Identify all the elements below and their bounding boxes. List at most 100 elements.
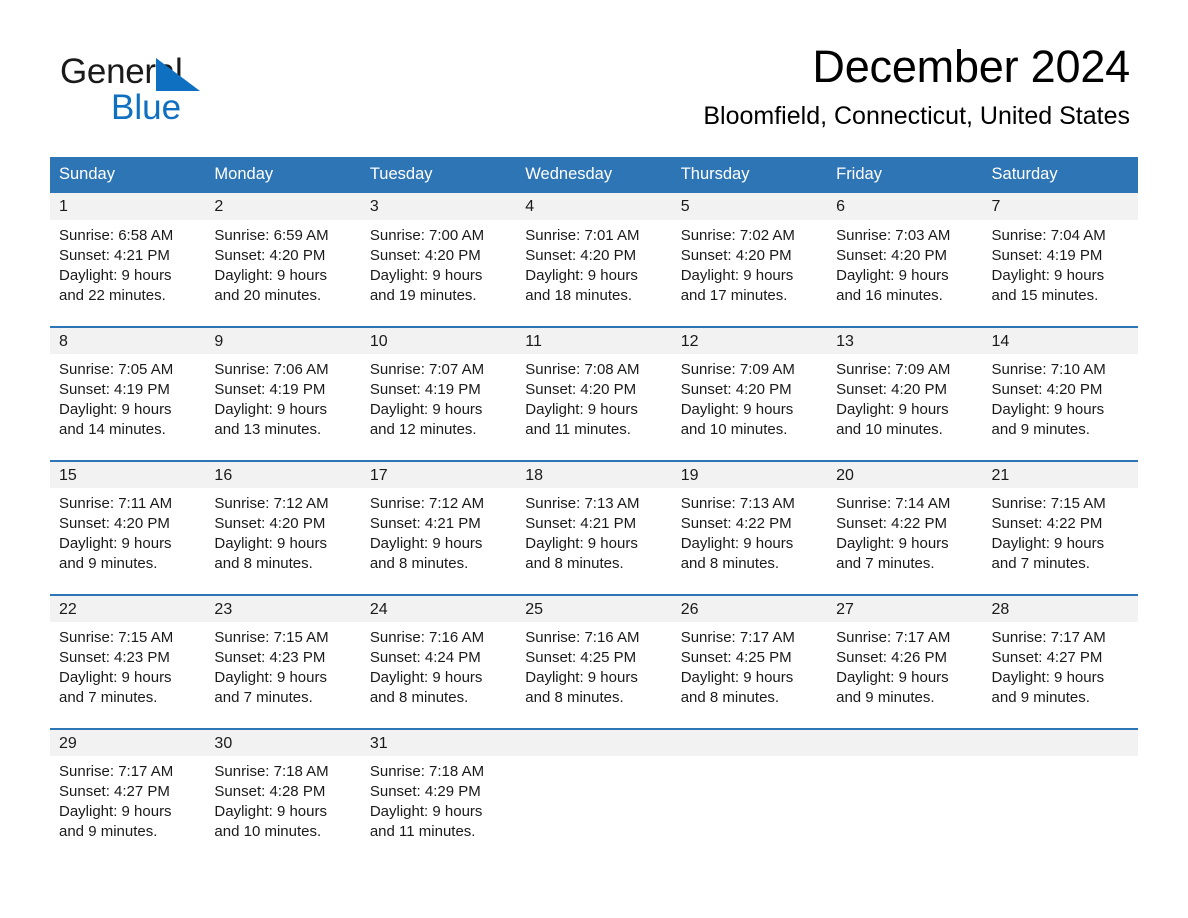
sunset-text: Sunset: 4:20 PM <box>525 381 637 398</box>
day-cell[interactable]: Sunrise: 7:16 AM Sunset: 4:25 PM Daylight:… <box>516 622 672 729</box>
week-date-row: 1234567 <box>50 193 1138 220</box>
day-number[interactable]: 29 <box>50 728 206 756</box>
day-number[interactable]: 12 <box>671 326 828 354</box>
daylight-text-line2: and 15 minutes. <box>991 287 1099 304</box>
day-cell[interactable]: Sunrise: 7:09 AM Sunset: 4:20 PM Daylight:… <box>827 354 983 461</box>
daylight-text-line2: and 19 minutes. <box>369 287 477 304</box>
day-number[interactable]: 31 <box>360 728 517 756</box>
day-number[interactable]: 19 <box>671 460 828 488</box>
day-cell[interactable]: Sunrise: 7:17 AM Sunset: 4:25 PM Daylight:… <box>671 622 828 729</box>
day-cell-empty <box>671 756 828 863</box>
day-cell[interactable]: Sunrise: 6:58 AM Sunset: 4:21 PM Daylight:… <box>50 220 206 327</box>
day-number[interactable]: 20 <box>827 460 983 488</box>
sunset-text: Sunset: 4:27 PM <box>991 649 1103 666</box>
day-number[interactable]: 22 <box>50 594 206 622</box>
week-date-row: 8 9 10 11 12 13 14 <box>50 326 1138 354</box>
week-date-row: 22 23 24 25 26 27 28 <box>50 594 1138 622</box>
sunrise-text: Sunrise: 7:04 AM <box>991 227 1106 244</box>
day-cell[interactable]: Sunrise: 7:03 AM Sunset: 4:20 PM Daylight:… <box>827 220 983 327</box>
day-number[interactable]: 25 <box>516 594 672 622</box>
day-cell[interactable]: Sunrise: 7:13 AM Sunset: 4:22 PM Daylight:… <box>671 488 828 595</box>
day-cell[interactable]: Sunrise: 7:14 AM Sunset: 4:22 PM Daylight:… <box>827 488 983 595</box>
day-cell[interactable]: Sunrise: 7:13 AM Sunset: 4:21 PM Daylight:… <box>516 488 672 595</box>
sunrise-text: Sunrise: 7:08 AM <box>525 361 640 378</box>
day-number[interactable]: 10 <box>360 326 517 354</box>
day-number[interactable]: 7 <box>982 193 1138 220</box>
day-cell[interactable]: Sunrise: 7:18 AM Sunset: 4:29 PM Daylight:… <box>360 756 517 863</box>
day-cell[interactable]: Sunrise: 7:17 AM Sunset: 4:26 PM Daylight:… <box>827 622 983 729</box>
daylight-text-line2: and 11 minutes. <box>525 421 631 438</box>
day-number[interactable]: 2 <box>205 193 361 220</box>
day-cell[interactable]: Sunrise: 7:04 AM Sunset: 4:19 PM Daylight:… <box>982 220 1138 327</box>
day-cell[interactable]: Sunrise: 6:59 AM Sunset: 4:20 PM Daylight:… <box>205 220 361 327</box>
day-number[interactable]: 23 <box>205 594 361 622</box>
day-cell[interactable]: Sunrise: 7:15 AM Sunset: 4:22 PM Daylight:… <box>982 488 1138 595</box>
day-number[interactable]: 27 <box>827 594 983 622</box>
day-cell[interactable]: Sunrise: 7:05 AM Sunset: 4:19 PM Daylight:… <box>50 354 206 461</box>
sunrise-text: Sunrise: 6:58 AM <box>59 227 174 244</box>
day-cell[interactable]: Sunrise: 7:17 AM Sunset: 4:27 PM Daylight:… <box>982 622 1138 729</box>
daylight-text-line1: Daylight: 9 hours <box>214 669 327 686</box>
day-number[interactable]: 26 <box>671 594 828 622</box>
sunrise-text: Sunrise: 7:10 AM <box>991 361 1106 378</box>
sunrise-text: Sunrise: 7:06 AM <box>214 361 329 378</box>
day-number-empty <box>827 728 983 756</box>
day-cell[interactable]: Sunrise: 7:17 AM Sunset: 4:27 PM Daylight:… <box>50 756 206 863</box>
day-number[interactable]: 5 <box>671 193 828 220</box>
daylight-text-line2: and 11 minutes. <box>369 823 476 840</box>
day-number[interactable]: 16 <box>205 460 361 488</box>
general-blue-logo[interactable]: General Blue <box>60 48 360 128</box>
day-cell[interactable]: Sunrise: 7:15 AM Sunset: 4:23 PM Daylight:… <box>50 622 206 729</box>
day-number[interactable]: 24 <box>360 594 517 622</box>
daylight-text-line2: and 8 minutes. <box>214 555 313 572</box>
week-info-row: Sunrise: 6:58 AM Sunset: 4:21 PM Daylight:… <box>50 220 1138 327</box>
day-number[interactable]: 4 <box>516 193 672 220</box>
sunrise-text: Sunrise: 7:15 AM <box>59 629 174 646</box>
day-number[interactable]: 8 <box>50 326 206 354</box>
day-cell[interactable]: Sunrise: 7:09 AM Sunset: 4:20 PM Daylight:… <box>671 354 828 461</box>
day-cell[interactable]: Sunrise: 7:16 AM Sunset: 4:24 PM Daylight:… <box>360 622 517 729</box>
day-number[interactable]: 1 <box>50 193 206 220</box>
day-cell[interactable]: Sunrise: 7:15 AM Sunset: 4:23 PM Daylight:… <box>205 622 361 729</box>
daylight-text-line1: Daylight: 9 hours <box>680 535 794 552</box>
daylight-text-line2: and 8 minutes. <box>369 555 469 572</box>
daylight-text-line1: Daylight: 9 hours <box>59 803 172 820</box>
day-number[interactable]: 28 <box>982 594 1138 622</box>
day-number[interactable]: 17 <box>360 460 517 488</box>
day-cell[interactable]: Sunrise: 7:01 AM Sunset: 4:20 PM Daylight:… <box>516 220 672 327</box>
sunrise-text: Sunrise: 7:14 AM <box>836 495 951 512</box>
day-number[interactable]: 6 <box>827 193 983 220</box>
day-number[interactable]: 11 <box>516 326 672 354</box>
sunrise-text: Sunrise: 6:59 AM <box>214 227 329 244</box>
day-cell[interactable]: Sunrise: 7:10 AM Sunset: 4:20 PM Daylight:… <box>982 354 1138 461</box>
day-cell[interactable]: Sunrise: 7:18 AM Sunset: 4:28 PM Daylight:… <box>205 756 361 863</box>
day-cell[interactable]: Sunrise: 7:08 AM Sunset: 4:20 PM Daylight:… <box>516 354 672 461</box>
sunrise-text: Sunrise: 7:02 AM <box>680 227 795 244</box>
sunrise-text: Sunrise: 7:01 AM <box>525 227 640 244</box>
day-number[interactable]: 18 <box>516 460 672 488</box>
day-number[interactable]: 14 <box>982 326 1138 354</box>
day-cell[interactable]: Sunrise: 7:11 AM Sunset: 4:20 PM Daylight:… <box>50 488 206 595</box>
day-cell[interactable]: Sunrise: 7:07 AM Sunset: 4:19 PM Daylight:… <box>360 354 517 461</box>
daylight-text-line1: Daylight: 9 hours <box>836 669 949 686</box>
day-cell[interactable]: Sunrise: 7:12 AM Sunset: 4:21 PM Daylight:… <box>360 488 517 595</box>
daylight-text-line1: Daylight: 9 hours <box>214 401 327 418</box>
day-cell[interactable]: Sunrise: 7:00 AM Sunset: 4:20 PM Daylight:… <box>360 220 517 327</box>
day-cell[interactable]: Sunrise: 7:06 AM Sunset: 4:19 PM Daylight:… <box>205 354 361 461</box>
daylight-text-line2: and 12 minutes. <box>369 421 477 438</box>
day-number[interactable]: 13 <box>827 326 983 354</box>
day-number[interactable]: 3 <box>360 193 517 220</box>
day-number[interactable]: 30 <box>205 728 361 756</box>
day-cell[interactable]: Sunrise: 7:12 AM Sunset: 4:20 PM Daylight:… <box>205 488 361 595</box>
daylight-text-line2: and 9 minutes. <box>991 421 1090 438</box>
sunrise-text: Sunrise: 7:18 AM <box>369 763 485 780</box>
daylight-text-line1: Daylight: 9 hours <box>369 535 483 552</box>
daylight-text-line2: and 7 minutes. <box>991 555 1090 572</box>
sunset-text: Sunset: 4:19 PM <box>991 247 1103 264</box>
logo-text-blue: Blue <box>111 88 182 127</box>
day-number[interactable]: 21 <box>982 460 1138 488</box>
day-number[interactable]: 15 <box>50 460 206 488</box>
day-cell[interactable]: Sunrise: 7:02 AM Sunset: 4:20 PM Daylight:… <box>671 220 828 327</box>
day-number[interactable]: 9 <box>205 326 361 354</box>
daylight-text-line2: and 20 minutes. <box>214 287 322 304</box>
